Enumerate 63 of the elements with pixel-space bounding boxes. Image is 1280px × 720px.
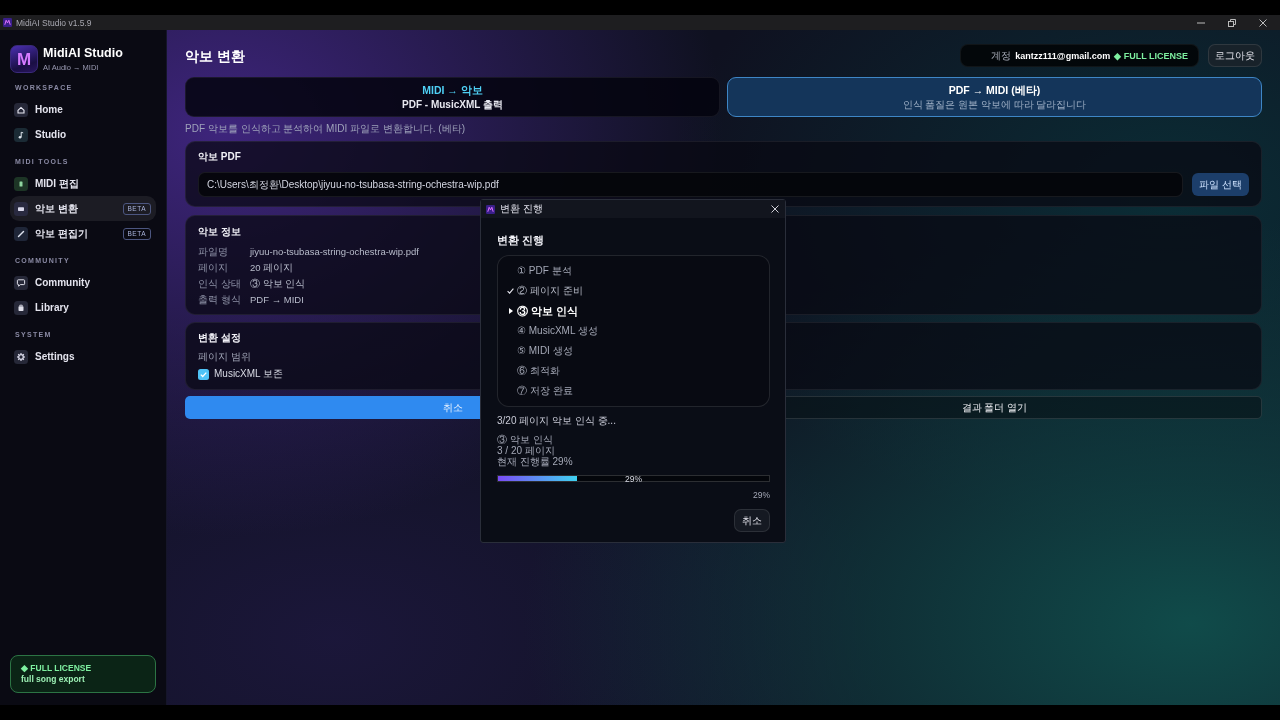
- info-value: PDF → MIDI: [250, 294, 304, 306]
- restore-icon[interactable]: [1228, 18, 1236, 27]
- license-subtitle: full song export: [21, 674, 85, 685]
- music-note-icon: [14, 127, 28, 142]
- step-label: ④ MusicXML 생성: [517, 325, 598, 337]
- pencil-icon: [14, 226, 28, 241]
- chat-bubble-icon: [14, 275, 28, 290]
- block-icon: [14, 176, 28, 191]
- detail-line: ③ 악보 인식: [497, 434, 553, 445]
- detail-line: 현재 진행률 29%: [497, 456, 573, 467]
- step-label: ⑤ MIDI 생성: [517, 345, 573, 357]
- file-path-field[interactable]: C:\Users\최정환\Desktop\jiyuu-no-tsubasa-string-ochestra-wip.pdf: [198, 172, 1184, 197]
- sidebar-item[interactable]: Home: [10, 97, 156, 122]
- step-label: ② 페이지 준비: [517, 285, 583, 297]
- home-icon: [14, 102, 28, 117]
- info-label: 인식 상태: [198, 278, 241, 290]
- page-title: 악보 변환: [185, 46, 245, 65]
- sidebar-item[interactable]: Library: [10, 295, 156, 320]
- checkbox-label: MusicXML 보존: [214, 368, 284, 380]
- close-icon[interactable]: [771, 205, 779, 213]
- step-label: ⑦ 저장 완료: [517, 385, 573, 397]
- mode-tab[interactable]: PDF → MIDI (베타) 인식 품질은 원본 악보에 따라 달라집니다: [727, 77, 1262, 117]
- sheet-icon: [14, 201, 28, 216]
- bag-icon: [14, 300, 28, 315]
- dialog-title: 변환 진행: [500, 203, 543, 215]
- page-range-label: 페이지 범위: [198, 351, 251, 363]
- step-label: ⑥ 최적화: [517, 365, 560, 377]
- step-label: ③ 악보 인식: [517, 305, 579, 317]
- card-title: 변환 설정: [198, 332, 241, 344]
- step-label: ① PDF 분석: [517, 265, 572, 277]
- logout-button[interactable]: 로그아웃: [1208, 44, 1262, 67]
- sidebar-item[interactable]: Settings: [10, 344, 156, 369]
- card-title: 악보 PDF: [198, 151, 241, 163]
- sidebar-item[interactable]: Studio: [10, 122, 156, 147]
- app-logo: M: [10, 45, 38, 73]
- license-label: ◆ FULL LICENSE: [1114, 49, 1188, 62]
- account-label: 계정: [991, 49, 1012, 62]
- choose-file-button[interactable]: 파일 선택: [1192, 173, 1249, 196]
- info-label: 페이지: [198, 262, 228, 274]
- info-value: ③ 악보 인식: [250, 278, 306, 290]
- close-icon[interactable]: [1259, 18, 1267, 27]
- window-title: MidiAI Studio v1.5.9: [16, 17, 92, 28]
- info-value: 20 페이지: [250, 262, 294, 274]
- app-icon: [3, 18, 12, 27]
- license-title: ◆ FULL LICENSE: [21, 663, 92, 674]
- info-value: jiyuu-no-tsubasa-string-ochestra-wip.pdf: [250, 246, 419, 258]
- dialog-heading: 변환 진행: [497, 234, 544, 246]
- detail-line: 3 / 20 페이지: [497, 445, 555, 456]
- sidebar-item[interactable]: Community: [10, 270, 156, 295]
- checkbox[interactable]: [198, 368, 209, 380]
- app-name: MidiAI Studio: [43, 45, 123, 61]
- settings-icon: [14, 349, 28, 364]
- page-description: PDF 악보를 인식하고 분석하여 MIDI 파일로 변환합니다. (베타): [185, 123, 465, 135]
- sidebar-item[interactable]: MIDI 편집: [10, 171, 156, 196]
- info-label: 출력 형식: [198, 294, 241, 306]
- progress-reading: 29%: [753, 490, 770, 500]
- card-title: 악보 정보: [198, 226, 241, 238]
- cancel-button[interactable]: 취소: [734, 509, 770, 532]
- info-label: 파일명: [198, 246, 228, 258]
- progress-label: 29%: [625, 473, 642, 484]
- mode-tab[interactable]: MIDI → 악보 PDF - MusicXML 출력: [185, 77, 720, 117]
- app-icon: [486, 204, 495, 214]
- account-email: kantzz111@gmail.com: [1015, 49, 1111, 62]
